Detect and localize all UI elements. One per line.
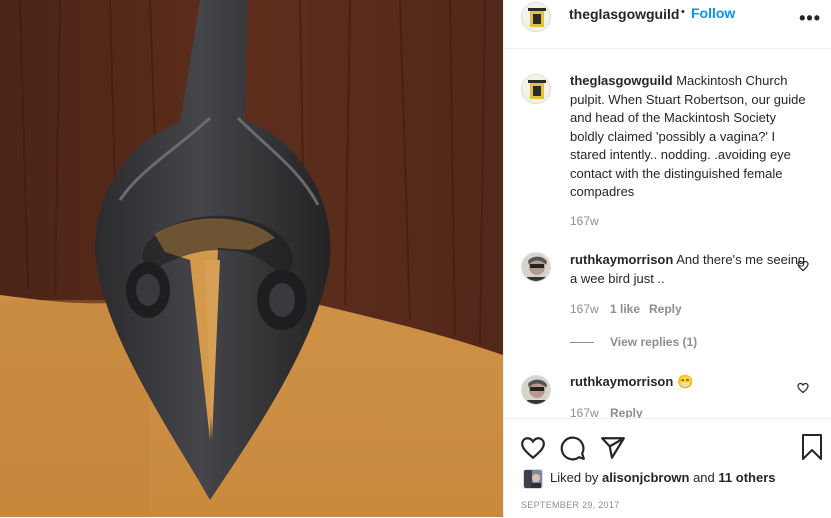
comment-like-heart-icon[interactable] (797, 382, 809, 394)
comment: ruthkaymorrison 😁 (570, 373, 808, 392)
user-photo-icon (524, 470, 542, 488)
caption-avatar[interactable] (521, 74, 551, 104)
liker-username[interactable]: alisonjcbrown (602, 470, 689, 485)
likes-summary: Liked by alisonjcbrown and 11 others (550, 470, 776, 485)
caption-text: Mackintosh Church pulpit. When Stuart Ro… (570, 73, 806, 199)
likes-prefix: Liked by (550, 470, 599, 485)
more-options-icon[interactable]: ••• (799, 8, 821, 29)
comment-like-heart-icon[interactable] (797, 260, 809, 272)
comment: ruthkaymorrison And there's me seeing a … (570, 251, 808, 288)
comment-username[interactable]: ruthkaymorrison (570, 374, 673, 389)
caption: theglasgowguild Mackintosh Church pulpit… (570, 72, 808, 202)
post-photo[interactable] (0, 0, 503, 517)
reply-button[interactable]: Reply (649, 302, 682, 316)
commenter-avatar[interactable] (521, 252, 551, 282)
comment-time[interactable]: 167w (570, 302, 599, 316)
guild-logo-icon (522, 3, 550, 31)
save-bookmark-icon[interactable] (800, 433, 824, 461)
separator-dot: • (681, 6, 685, 18)
heart-icon[interactable] (520, 435, 546, 461)
comment-username[interactable]: ruthkaymorrison (570, 252, 673, 267)
user-photo-icon (522, 376, 550, 404)
view-replies-button[interactable]: View replies (1) (610, 335, 697, 349)
likes-and: and (693, 470, 715, 485)
avatar[interactable] (521, 2, 551, 32)
post-date[interactable]: SEPTEMBER 29, 2017 (521, 500, 619, 510)
commenter-avatar[interactable] (521, 375, 551, 405)
user-photo-icon (522, 253, 550, 281)
share-icon[interactable] (600, 435, 626, 461)
comment-emoji: 😁 (676, 374, 694, 389)
liker-avatar[interactable] (523, 469, 543, 489)
likes-others-link[interactable]: 11 others (718, 470, 775, 485)
pulpit-carving-image (0, 0, 503, 517)
caption-time[interactable]: 167w (570, 214, 599, 228)
caption-username[interactable]: theglasgowguild (570, 73, 673, 88)
follow-button[interactable]: Follow (691, 5, 735, 21)
replies-divider (570, 342, 594, 343)
post-header: theglasgowguild • Follow ••• (504, 0, 831, 49)
post-details-panel: theglasgowguild • Follow ••• theglasgowg… (503, 0, 831, 518)
post-author-username[interactable]: theglasgowguild (569, 6, 679, 22)
comment-icon[interactable] (560, 435, 586, 461)
comment-likes-count[interactable]: 1 like (610, 302, 640, 316)
guild-logo-icon (522, 75, 550, 103)
